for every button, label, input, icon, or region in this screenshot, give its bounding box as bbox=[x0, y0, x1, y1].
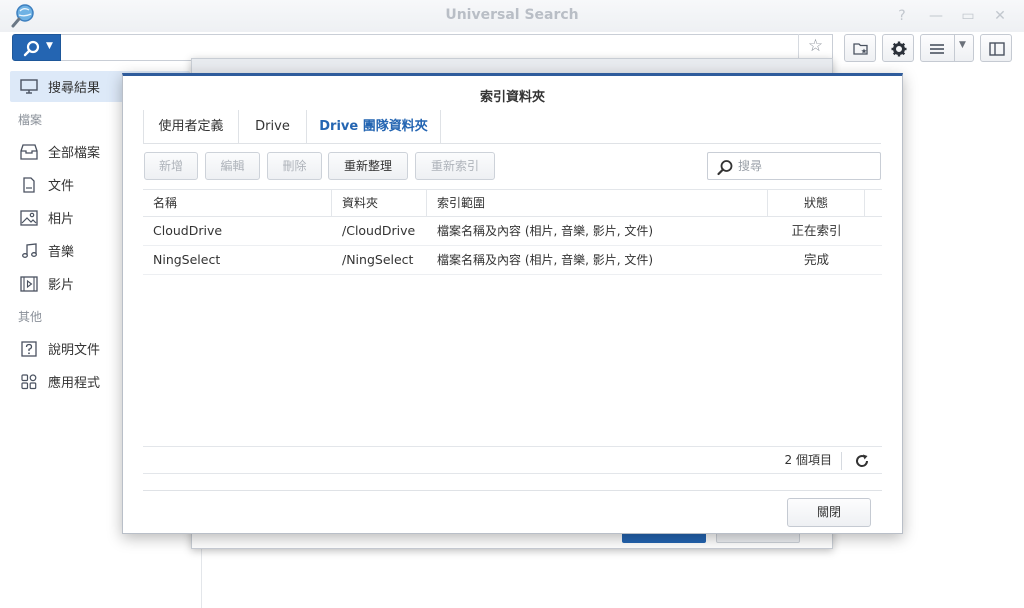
sidebar-item-label: 相片 bbox=[48, 212, 75, 227]
star-icon[interactable]: ☆ bbox=[798, 34, 832, 61]
delete-button[interactable]: 刪除 bbox=[267, 152, 322, 180]
sidebar-item-label: 說明文件 bbox=[48, 343, 101, 358]
item-count: 2 個項目 bbox=[784, 453, 832, 467]
sidebar-item-label: 音樂 bbox=[48, 245, 75, 260]
cell-folder: /CloudDrive bbox=[342, 223, 416, 238]
edit-button[interactable]: 編輯 bbox=[205, 152, 260, 180]
table-row[interactable]: CloudDrive /CloudDrive 檔案名稱及內容 (相片, 音樂, … bbox=[143, 217, 882, 246]
gear-icon bbox=[891, 41, 907, 57]
monitor-icon bbox=[20, 78, 38, 94]
video-icon bbox=[20, 275, 38, 292]
sidebar-item-label: 全部檔案 bbox=[48, 146, 101, 161]
sidebar-item-label: 文件 bbox=[48, 179, 75, 194]
column-header-name[interactable]: 名稱 bbox=[143, 190, 332, 217]
footer-divider bbox=[841, 452, 842, 470]
folder-star-icon bbox=[853, 43, 868, 55]
tab-drive-team-folder[interactable]: Drive 團隊資料夾 bbox=[307, 110, 441, 143]
maximize-icon[interactable]: ▭ bbox=[958, 6, 978, 26]
music-icon bbox=[22, 242, 37, 258]
refresh-icon[interactable] bbox=[854, 453, 870, 469]
main-search-input[interactable] bbox=[61, 34, 833, 61]
index-folder-dialog: 索引資料夾 使用者定義 Drive Drive 團隊資料夾 新增 編輯 刪除 重… bbox=[122, 73, 903, 534]
view-menu-button[interactable]: ▼ bbox=[920, 34, 974, 62]
table-footer: 2 個項目 bbox=[143, 446, 882, 474]
search-type-button[interactable]: ▼ bbox=[12, 34, 61, 61]
sidebar-item-label: 應用程式 bbox=[48, 376, 101, 391]
title-bar: Universal Search ? — ▭ ✕ bbox=[0, 0, 1024, 32]
settings-button[interactable] bbox=[882, 34, 914, 62]
cell-name: NingSelect bbox=[153, 252, 221, 267]
photo-icon bbox=[20, 209, 38, 226]
cell-status: 正在索引 bbox=[791, 223, 842, 238]
table-header: 名稱 資料夾 索引範圍 狀態 bbox=[143, 189, 882, 217]
column-header-folder[interactable]: 資料夾 bbox=[332, 190, 427, 217]
tab-drive[interactable]: Drive bbox=[239, 110, 307, 143]
cell-index-range: 檔案名稱及內容 (相片, 音樂, 影片, 文件) bbox=[437, 224, 654, 238]
cell-status: 完成 bbox=[803, 252, 829, 267]
minimize-icon[interactable]: — bbox=[926, 6, 946, 26]
add-button[interactable]: 新增 bbox=[144, 152, 198, 180]
toggle-panel-button[interactable] bbox=[980, 34, 1012, 62]
help-icon bbox=[21, 340, 37, 357]
column-header-status[interactable]: 狀態 bbox=[768, 190, 865, 217]
help-window-icon[interactable]: ? bbox=[892, 6, 912, 26]
window-title: Universal Search bbox=[445, 7, 579, 23]
column-header-spacer bbox=[865, 190, 882, 217]
column-header-index-range[interactable]: 索引範圍 bbox=[427, 190, 768, 217]
search-icon bbox=[717, 160, 733, 176]
cell-index-range: 檔案名稱及內容 (相片, 音樂, 影片, 文件) bbox=[437, 253, 654, 267]
inbox-icon bbox=[20, 143, 38, 160]
dialog-footer-divider bbox=[143, 490, 882, 491]
button-divider bbox=[954, 35, 955, 61]
table-row[interactable]: NingSelect /NingSelect 檔案名稱及內容 (相片, 音樂, … bbox=[143, 246, 882, 275]
index-folder-table: 名稱 資料夾 索引範圍 狀態 CloudDrive /CloudDrive 檔案… bbox=[143, 189, 882, 475]
sidebar-item-label: 搜尋結果 bbox=[48, 81, 101, 96]
dialog-search-input[interactable] bbox=[738, 157, 874, 175]
tab-user-defined[interactable]: 使用者定義 bbox=[143, 110, 239, 143]
sidebar-section-files: 檔案 bbox=[18, 113, 43, 127]
reorganize-button[interactable]: 重新整理 bbox=[328, 152, 408, 180]
document-icon bbox=[23, 176, 35, 193]
cell-name: CloudDrive bbox=[153, 223, 223, 238]
favorite-folder-button[interactable] bbox=[844, 34, 876, 62]
side-panel-icon bbox=[989, 42, 1005, 56]
sidebar-item-label: 影片 bbox=[48, 278, 75, 293]
apps-icon bbox=[21, 373, 37, 389]
cell-folder: /NingSelect bbox=[342, 252, 414, 267]
close-button[interactable]: 關閉 bbox=[787, 498, 871, 527]
chevron-down-icon: ▼ bbox=[46, 41, 53, 51]
chevron-down-icon[interactable]: ▼ bbox=[959, 40, 966, 50]
sidebar-section-other: 其他 bbox=[18, 310, 43, 324]
list-menu-icon bbox=[930, 44, 944, 54]
dialog-title: 索引資料夾 bbox=[479, 90, 545, 105]
dialog-search-box bbox=[707, 152, 881, 180]
reindex-button[interactable]: 重新索引 bbox=[415, 152, 495, 180]
search-icon bbox=[23, 40, 40, 57]
dialog-tabs: 使用者定義 Drive Drive 團隊資料夾 bbox=[143, 110, 881, 144]
close-window-icon[interactable]: ✕ bbox=[990, 6, 1010, 26]
